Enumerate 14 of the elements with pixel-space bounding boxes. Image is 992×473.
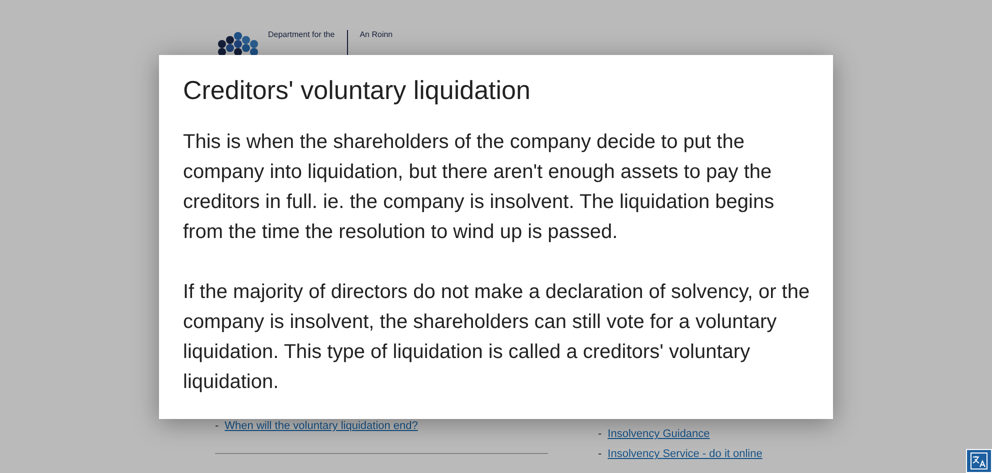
- page-link[interactable]: When will the voluntary liquidation end?: [224, 420, 418, 432]
- translate-icon: [970, 452, 988, 470]
- logo-caption: An Roinn: [360, 30, 393, 40]
- bullet-dash: -: [598, 448, 602, 460]
- translate-button[interactable]: [966, 449, 992, 473]
- related-link[interactable]: Insolvency Guidance: [608, 428, 710, 440]
- related-link[interactable]: Insolvency Service - do it online: [608, 448, 762, 460]
- dialog-paragraph: If the majority of directors do not make a declaration of solvency, or the company is insolvent, the shareholders can still vote for a voluntary liquidation. This type of liquidation is called a creditors' voluntary liquidation.: [183, 280, 811, 395]
- dialog-paragraph: This is when the shareholders of the company decide to put the company into liquidation, but there aren't enough assets to pay the creditors in full. ie. the company is insolvent. The liquidation begins from the time the resolution to wind up is passed.: [183, 130, 776, 245]
- dialog-title: Creditors' voluntary liquidation: [183, 74, 532, 107]
- hexagon-logo-icon: [216, 30, 260, 58]
- bullet-dash: -: [598, 428, 602, 440]
- bullet-dash: -: [215, 420, 219, 432]
- logo-caption: Department for the: [268, 30, 335, 40]
